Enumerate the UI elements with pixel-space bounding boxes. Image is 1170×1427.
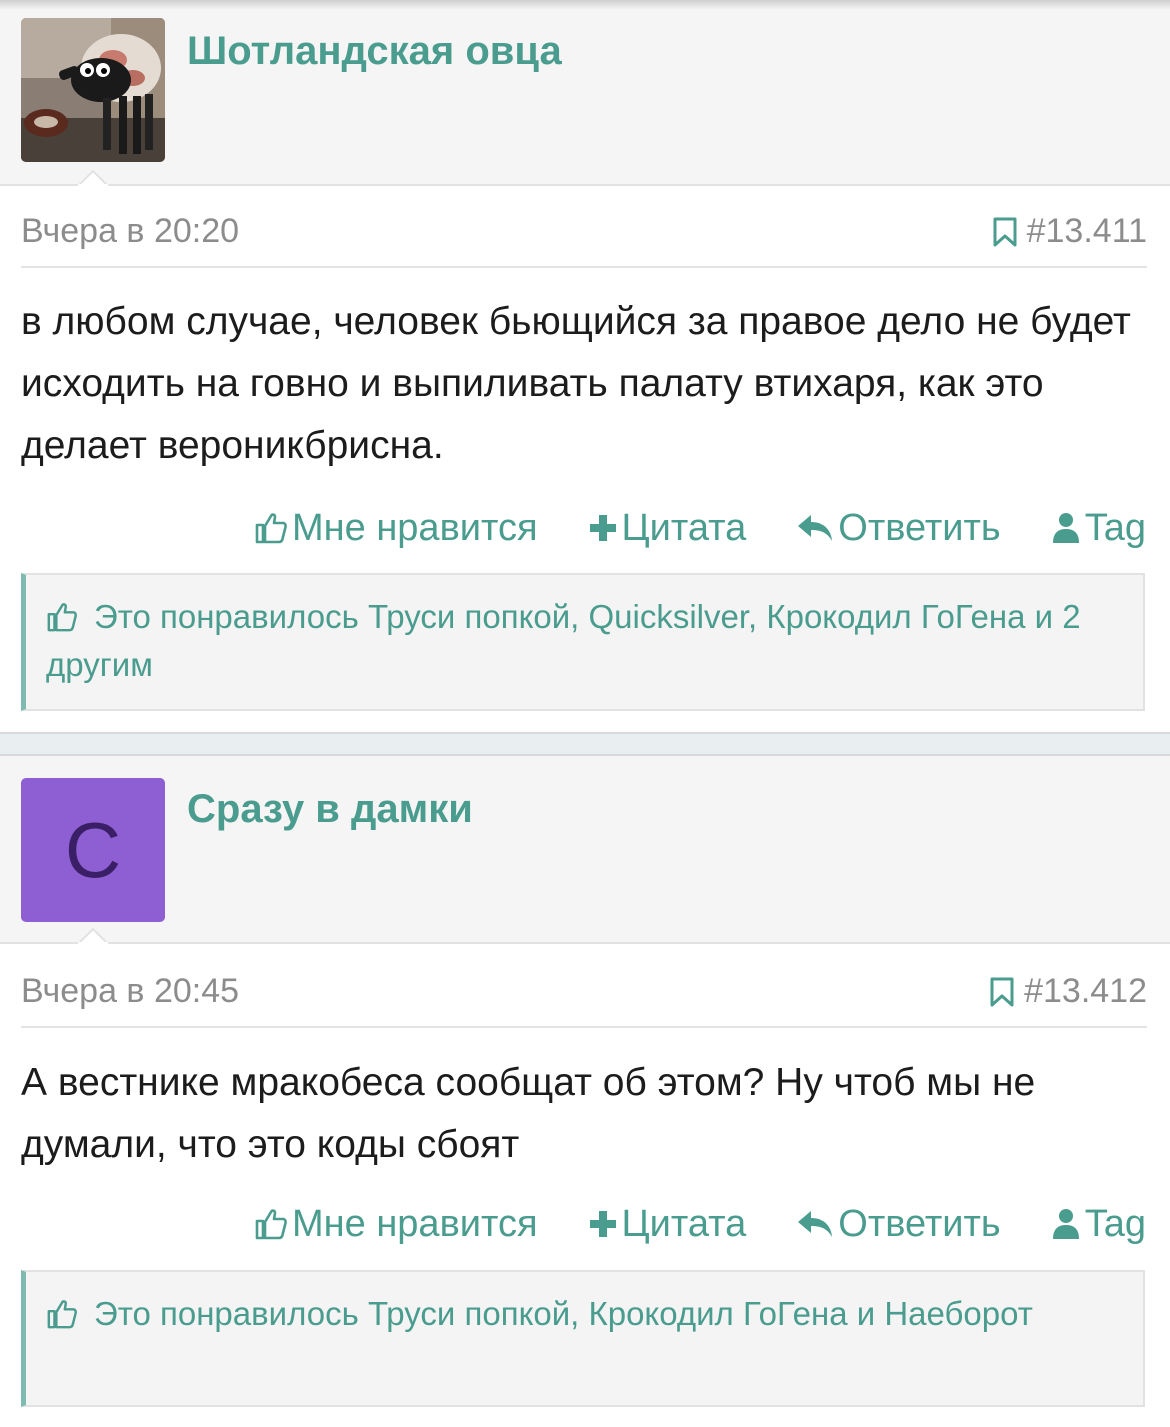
tag-label: Tag bbox=[1084, 1202, 1146, 1245]
quote-label: Цитата bbox=[621, 1202, 747, 1245]
tag-button[interactable]: Tag bbox=[1051, 507, 1146, 550]
author-name[interactable]: Сразу в дамки bbox=[187, 787, 473, 832]
post-number[interactable]: #13.412 bbox=[988, 972, 1147, 1011]
top-shadow bbox=[0, 0, 1170, 10]
post-author-block: С Сразу в дамки bbox=[0, 756, 1170, 944]
author-name[interactable]: Шотландская овца bbox=[187, 29, 562, 74]
plus-icon bbox=[589, 515, 616, 541]
pointer-arrow bbox=[78, 170, 108, 186]
quote-label: Цитата bbox=[621, 506, 747, 549]
reply-label: Ответить bbox=[838, 1202, 1001, 1245]
thumbs-up-icon bbox=[255, 513, 287, 544]
like-label: Мне нравится bbox=[291, 506, 538, 549]
post-date[interactable]: Вчера в 20:20 bbox=[21, 212, 239, 251]
reply-arrow-icon bbox=[798, 1211, 833, 1237]
post-number-text: #13.411 bbox=[1026, 212, 1147, 250]
post-message: в любом случае, человек бьющийся за прав… bbox=[21, 300, 1131, 467]
user-icon bbox=[1052, 1209, 1079, 1239]
like-button[interactable]: Мне нравится bbox=[254, 507, 538, 550]
likes-users[interactable]: Труси попкой, Крокодил ГоГена и Наеборот bbox=[368, 1295, 1033, 1332]
post-meta: Вчера в 20:45 #13.412 bbox=[21, 966, 1147, 1028]
reply-label: Ответить bbox=[838, 506, 1001, 549]
post-actions: Мне нравится Цитата Ответить Tag bbox=[254, 503, 1146, 553]
tag-label: Tag bbox=[1084, 506, 1146, 549]
likes-summary: Это понравилось Труси попкой, Крокодил Г… bbox=[21, 1270, 1145, 1407]
quote-button[interactable]: Цитата bbox=[588, 506, 747, 550]
likes-prefix: Это понравилось bbox=[94, 1295, 359, 1332]
post-separator bbox=[0, 732, 1170, 756]
thumbs-up-icon bbox=[47, 1300, 77, 1329]
quote-button[interactable]: Цитата bbox=[588, 1202, 747, 1246]
pointer-arrow bbox=[78, 928, 108, 944]
reply-button[interactable]: Ответить bbox=[796, 1202, 1001, 1246]
post-number[interactable]: #13.411 bbox=[991, 212, 1147, 251]
user-icon bbox=[1052, 513, 1079, 543]
likes-summary: Это понравилось Труси попкой, Quicksilve… bbox=[21, 573, 1145, 711]
post-number-text: #13.412 bbox=[1024, 972, 1147, 1010]
bookmark-icon bbox=[993, 217, 1017, 246]
post: С Сразу в дамки Вчера в 20:45 #13.412 А … bbox=[0, 756, 1170, 1427]
post-author-block: Шотландская овца bbox=[0, 0, 1170, 186]
reply-button[interactable]: Ответить bbox=[796, 506, 1001, 550]
bookmark-icon bbox=[990, 977, 1014, 1006]
like-label: Мне нравится bbox=[291, 1202, 538, 1245]
avatar[interactable]: С bbox=[21, 778, 165, 922]
post-message: А вестнике мракобеса сообщат об этом? Ну… bbox=[21, 1061, 1036, 1166]
post: Шотландская овца Вчера в 20:20 #13.411 в… bbox=[0, 0, 1170, 732]
plus-icon bbox=[589, 1211, 616, 1237]
post-actions: Мне нравится Цитата Ответить Tag bbox=[254, 1199, 1146, 1249]
sheep-avatar-image bbox=[21, 18, 165, 162]
likes-prefix: Это понравилось bbox=[94, 598, 359, 635]
tag-button[interactable]: Tag bbox=[1051, 1203, 1146, 1246]
post-meta: Вчера в 20:20 #13.411 bbox=[21, 206, 1147, 268]
reply-arrow-icon bbox=[798, 515, 833, 541]
post-date[interactable]: Вчера в 20:45 bbox=[21, 972, 239, 1011]
like-button[interactable]: Мне нравится bbox=[254, 1203, 538, 1246]
avatar[interactable] bbox=[21, 18, 165, 162]
thumbs-up-icon bbox=[255, 1209, 287, 1240]
thumbs-up-icon bbox=[47, 603, 77, 632]
